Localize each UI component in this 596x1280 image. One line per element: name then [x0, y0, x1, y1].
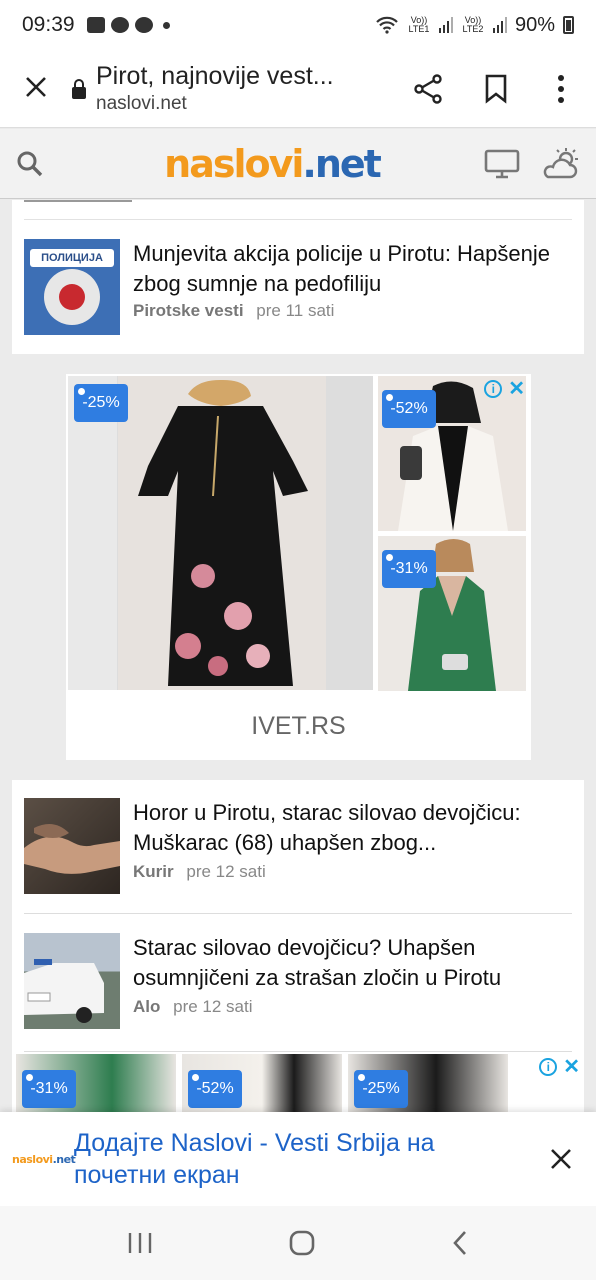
- gallery-icon: [86, 17, 105, 33]
- close-tab-button[interactable]: [0, 69, 72, 108]
- system-nav-bar: [0, 1206, 596, 1280]
- logo-text-naslovi: naslovi: [164, 141, 304, 186]
- ad-strip[interactable]: -31% -52% -25% i ✕: [16, 1052, 582, 1112]
- ad-choices[interactable]: i ✕: [484, 376, 525, 401]
- lock-icon: [72, 78, 86, 99]
- police-emblem-icon: [44, 269, 100, 325]
- page-title: Pirot, najnovije vest...: [96, 62, 334, 90]
- banner-logo: naslovi.net: [12, 1152, 76, 1166]
- signal-icon: [438, 17, 453, 33]
- divider: [24, 200, 132, 202]
- ad-banner[interactable]: -25% -52% -31% i ✕ IVET.RS: [66, 374, 531, 760]
- article-item[interactable]: Starac silovao devojčicu? Uhapšen osumnj…: [12, 933, 584, 1029]
- police-badge-text: ПОЛИЦИЈА: [30, 249, 114, 267]
- discount-badge: -52%: [382, 390, 436, 428]
- discount-badge: -25%: [74, 384, 128, 422]
- article-title[interactable]: Munjevita akcija policije u Pirotu: Hapš…: [133, 239, 572, 299]
- site-header-actions: [484, 147, 596, 181]
- more-notifications-icon: [162, 21, 170, 29]
- home-icon[interactable]: [288, 1229, 316, 1257]
- hands-illustration: [24, 824, 120, 874]
- article-title[interactable]: Starac silovao devojčicu? Uhapšen osumnj…: [133, 933, 572, 993]
- ad-info-icon[interactable]: i: [539, 1057, 558, 1076]
- banner-text[interactable]: Додајте Naslovi - Vesti Srbija на почетн…: [74, 1127, 526, 1191]
- close-icon: [26, 77, 46, 97]
- ad-images: -25% -52% -31% i ✕: [66, 374, 531, 692]
- bookmark-button[interactable]: [466, 59, 526, 119]
- article-item[interactable]: ПОЛИЦИЈА Munjevita akcija policije u Pir…: [12, 239, 584, 335]
- discount-badge: -31%: [22, 1070, 76, 1108]
- weather-icon[interactable]: [540, 147, 580, 181]
- signal-icon: [492, 17, 507, 33]
- police-car-illustration: [24, 959, 104, 1023]
- more-options-button[interactable]: [526, 59, 596, 119]
- lte1-label: Vo)) LTE1: [408, 15, 430, 34]
- logo-text-net-word: net: [314, 141, 382, 186]
- article-time: pre 12 sati: [173, 997, 253, 1016]
- ad-close-icon[interactable]: ✕: [563, 1054, 580, 1079]
- site-header: naslovi.net: [0, 129, 596, 199]
- article-title[interactable]: Horor u Pirotu, starac silovao devojčicu…: [133, 798, 572, 858]
- article-source[interactable]: Kurir: [133, 862, 174, 881]
- add-to-homescreen-banner[interactable]: naslovi.net Додајте Naslovi - Vesti Srbi…: [0, 1112, 596, 1206]
- wifi-icon: [376, 16, 398, 34]
- divider: [24, 913, 572, 914]
- ad-advertiser[interactable]: IVET.RS: [66, 692, 531, 760]
- ad-product-image[interactable]: [68, 376, 373, 690]
- lte2-label: Vo)) LTE2: [462, 15, 484, 34]
- article-time: pre 12 sati: [186, 862, 266, 881]
- ad-choices[interactable]: i ✕: [539, 1054, 580, 1079]
- app-notification-icon: [110, 17, 129, 33]
- share-icon: [414, 73, 442, 104]
- news-card: ПОЛИЦИЈА Munjevita akcija policije u Pir…: [12, 200, 584, 354]
- status-time: 09:39: [22, 13, 75, 36]
- article-item[interactable]: Horor u Pirotu, starac silovao devojčicu…: [12, 798, 584, 894]
- discount-badge: -52%: [188, 1070, 242, 1108]
- browser-toolbar: Pirot, najnovije vest... naslovi.net: [0, 50, 596, 128]
- article-thumbnail: ПОЛИЦИЈА: [24, 239, 120, 335]
- dress-illustration: [118, 376, 326, 690]
- article-source[interactable]: Alo: [133, 997, 160, 1016]
- divider: [24, 219, 572, 220]
- ad-info-icon[interactable]: i: [484, 379, 503, 398]
- search-icon: [17, 151, 43, 176]
- share-button[interactable]: [390, 59, 466, 119]
- app-notification-icon: [134, 17, 153, 33]
- more-vert-icon: [558, 74, 564, 103]
- back-icon[interactable]: [451, 1230, 469, 1256]
- discount-badge: -25%: [354, 1070, 408, 1108]
- status-right: Vo)) LTE1 Vo)) LTE2 90%: [375, 14, 574, 37]
- site-logo[interactable]: naslovi.net: [60, 142, 484, 186]
- recent-apps-icon[interactable]: [127, 1231, 153, 1255]
- page-domain: naslovi.net: [96, 93, 187, 114]
- discount-badge: -31%: [382, 550, 436, 588]
- battery-level: 90%: [514, 13, 555, 36]
- article-time: pre 11 sati: [256, 301, 335, 320]
- article-source[interactable]: Pirotske vesti: [133, 301, 244, 320]
- logo-text-net: .net: [302, 141, 382, 186]
- url-block[interactable]: Pirot, najnovije vest... naslovi.net: [96, 62, 390, 115]
- article-thumbnail: [24, 933, 120, 1029]
- article-thumbnail: [24, 798, 120, 894]
- status-bar: 09:39 Vo)) LTE1 Vo)) LTE2 90%: [0, 0, 596, 50]
- close-icon: [551, 1148, 571, 1169]
- site-search-button[interactable]: [0, 150, 60, 178]
- ad-close-icon[interactable]: ✕: [508, 376, 525, 401]
- notification-icons: [86, 17, 170, 33]
- bookmark-icon: [485, 74, 507, 104]
- desktop-icon[interactable]: [484, 149, 520, 179]
- battery-icon: [563, 16, 574, 34]
- banner-close-button[interactable]: [526, 1140, 596, 1179]
